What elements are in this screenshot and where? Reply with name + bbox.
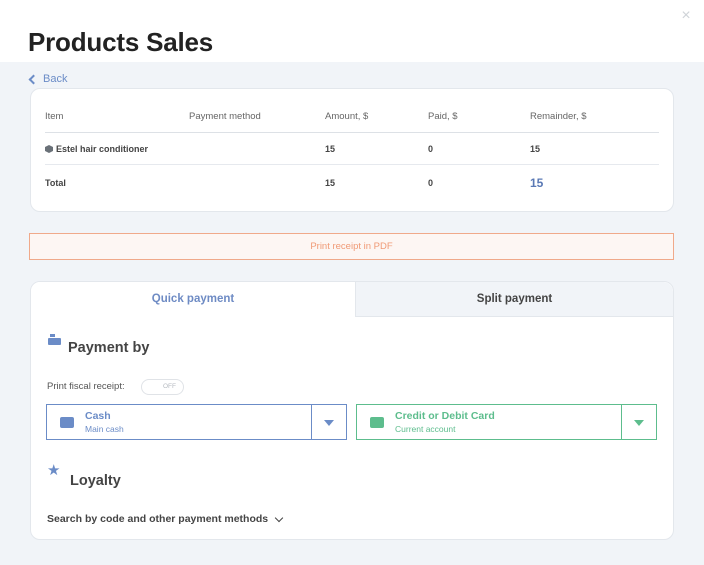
close-icon[interactable]: ×: [678, 8, 694, 24]
caret-down-icon: [634, 420, 644, 426]
toggle-state: OFF: [163, 383, 176, 390]
header-remainder: Remainder, $: [530, 111, 587, 122]
total-label: Total: [45, 178, 66, 188]
card-dropdown-button[interactable]: [621, 405, 656, 439]
loyalty-title: Loyalty: [70, 473, 121, 489]
item-cell: Estel hair conditioner: [45, 133, 148, 165]
card-payment-select[interactable]: Credit or Debit Card Current account: [356, 404, 657, 440]
item-name: Estel hair conditioner: [56, 144, 149, 154]
caret-down-icon: [324, 420, 334, 426]
dialog-header: Products Sales ×: [0, 0, 704, 62]
back-label: Back: [43, 73, 68, 85]
header-paid: Paid, $: [428, 111, 458, 122]
table-total-row: Total 15 0 15: [45, 167, 659, 199]
cash-payment-select[interactable]: Cash Main cash: [46, 404, 347, 440]
cash-dropdown-button[interactable]: [311, 405, 346, 439]
header-amount: Amount, $: [325, 111, 369, 122]
product-box-icon: [45, 145, 53, 153]
search-payment-methods-link[interactable]: Search by code and other payment methods: [47, 513, 284, 525]
total-amount: 15: [325, 178, 336, 188]
fiscal-receipt-label: Print fiscal receipt:: [47, 381, 125, 392]
table-header-row: Item Payment method Amount, $ Paid, $ Re…: [45, 101, 659, 133]
tab-split-payment[interactable]: Split payment: [355, 282, 673, 317]
table-row: Estel hair conditioner 15 0 15: [45, 133, 659, 165]
sales-table-card: Item Payment method Amount, $ Paid, $ Re…: [30, 88, 674, 212]
cash-account-name: Main cash: [85, 424, 124, 434]
remainder-cell: 15: [530, 144, 541, 154]
wallet-icon: [60, 417, 74, 428]
chevron-left-icon: [28, 74, 39, 85]
print-pdf-button[interactable]: Print receipt in PDF: [29, 233, 674, 260]
tab-quick-payment[interactable]: Quick payment: [31, 282, 355, 317]
header-payment-method: Payment method: [189, 111, 261, 122]
chevron-down-icon: [274, 513, 284, 522]
card-method-name: Credit or Debit Card: [395, 410, 495, 422]
search-link-label: Search by code and other payment methods: [47, 513, 269, 525]
amount-cell: 15: [325, 144, 336, 154]
toggle-knob: [143, 381, 155, 393]
header-item: Item: [45, 111, 64, 122]
star-icon: ★: [47, 462, 61, 479]
card-account-name: Current account: [395, 424, 456, 434]
paid-cell: 0: [428, 144, 434, 154]
payment-by-title: Payment by: [68, 340, 150, 356]
card-icon: [370, 417, 384, 428]
payment-panel: Quick payment Split payment Payment by P…: [30, 281, 674, 540]
cash-register-icon: [48, 334, 61, 345]
page-title: Products Sales: [28, 27, 214, 57]
cash-method-name: Cash: [85, 410, 111, 422]
total-paid: 0: [428, 178, 434, 188]
back-link[interactable]: Back: [28, 73, 68, 85]
fiscal-receipt-toggle[interactable]: OFF: [141, 379, 184, 395]
total-remainder: 15: [530, 176, 544, 190]
